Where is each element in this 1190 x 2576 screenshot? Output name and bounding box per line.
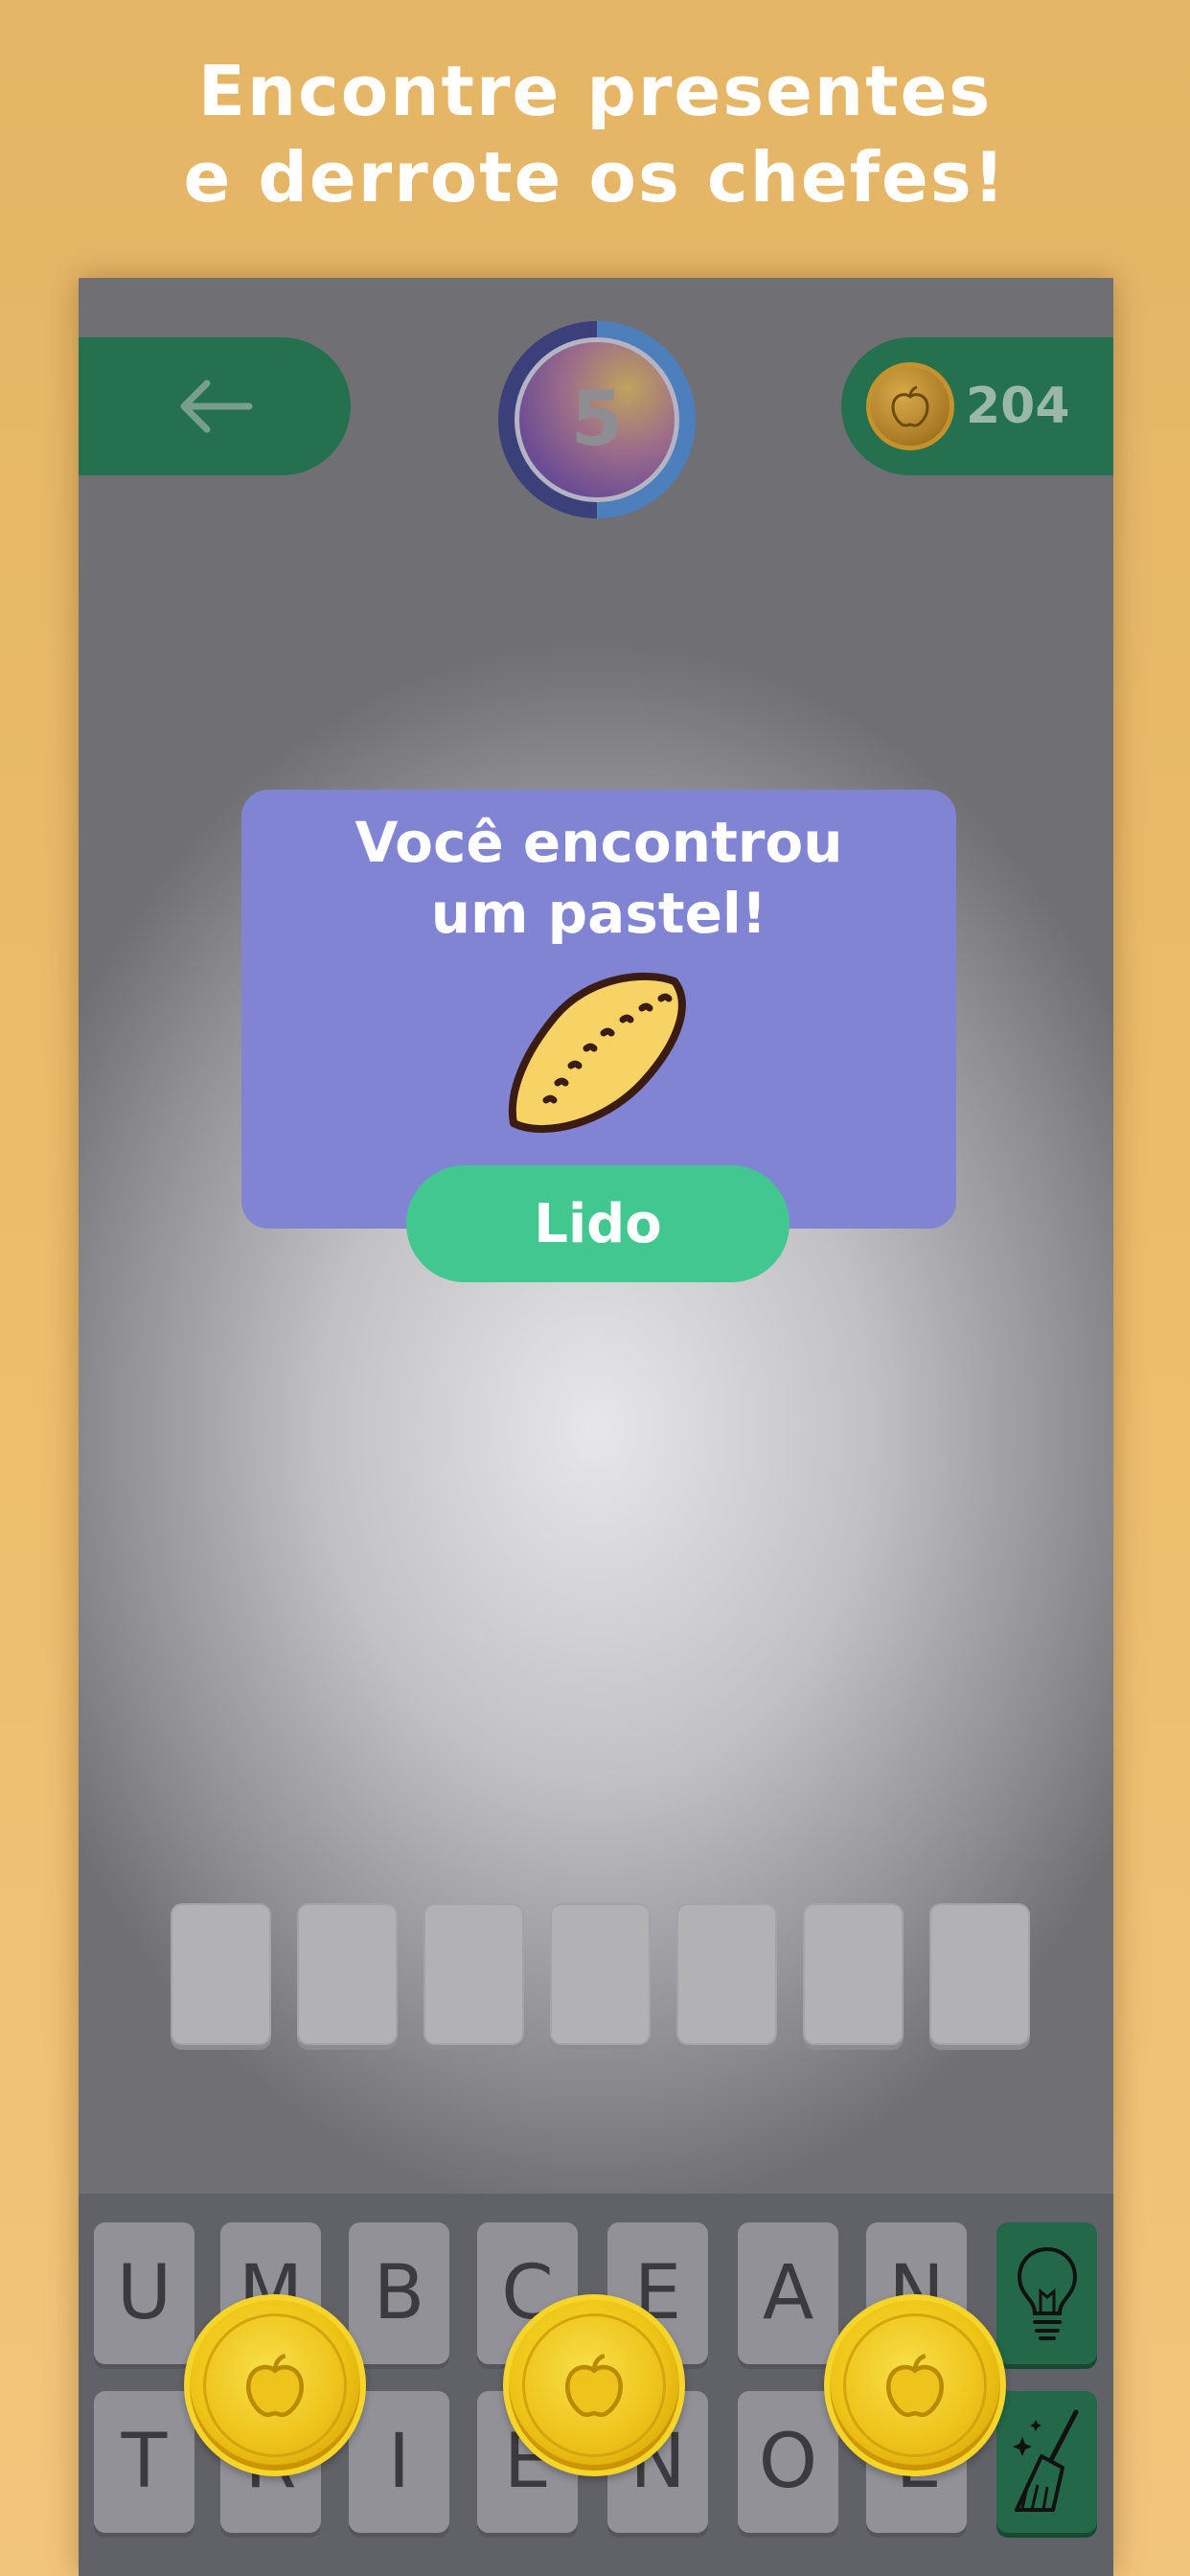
hint-button[interactable] (996, 2222, 1097, 2364)
read-button[interactable]: Lido (406, 1165, 790, 1282)
answer-slot[interactable] (423, 1903, 524, 2045)
answer-slot[interactable] (676, 1903, 777, 2045)
promo-headline-line2: e derrote os chefes! (183, 137, 1007, 218)
key-letter[interactable]: T (94, 2391, 195, 2533)
coin-reward[interactable] (503, 2294, 685, 2476)
key-letter[interactable]: I (349, 2391, 449, 2533)
back-button[interactable] (79, 337, 351, 475)
answer-slot[interactable] (171, 1903, 271, 2045)
level-number: 5 (515, 337, 679, 502)
clear-button[interactable] (996, 2391, 1097, 2533)
key-letter[interactable]: A (738, 2222, 838, 2364)
arrow-left-icon (180, 380, 253, 433)
key-letter[interactable]: U (94, 2222, 195, 2364)
coin-balance[interactable]: 204 (841, 337, 1113, 475)
coin-reward[interactable] (824, 2294, 1006, 2476)
apple-coin-icon (866, 362, 954, 450)
phone-screen: 5 204 Você encontrou um pastel! Lido U M… (79, 278, 1113, 2576)
apple-coin-icon (203, 2313, 347, 2457)
dialog-title-line1: Você encontrou (355, 810, 843, 875)
coin-count: 204 (966, 378, 1070, 435)
key-letter[interactable]: B (349, 2222, 449, 2364)
answer-slots (171, 1903, 1030, 2045)
answer-slot[interactable] (550, 1903, 651, 2045)
apple-coin-icon (522, 2313, 666, 2457)
coin-reward[interactable] (184, 2294, 366, 2476)
promo-headline: Encontre presentes e derrote os chefes! (0, 48, 1190, 220)
level-indicator: 5 (498, 321, 696, 518)
dialog-title-line2: um pastel! (430, 881, 767, 946)
dialog-title: Você encontrou um pastel! (241, 807, 956, 949)
answer-slot[interactable] (929, 1903, 1030, 2045)
promo-headline-line1: Encontre presentes (197, 51, 993, 131)
key-letter[interactable]: O (738, 2391, 838, 2533)
broom-icon (1012, 2409, 1078, 2512)
reward-dialog: Você encontrou um pastel! (241, 790, 956, 1229)
answer-slot[interactable] (297, 1903, 398, 2045)
apple-coin-icon (843, 2313, 987, 2457)
answer-slot[interactable] (803, 1903, 904, 2045)
lightbulb-icon (1017, 2246, 1077, 2340)
pastel-icon (508, 972, 686, 1134)
